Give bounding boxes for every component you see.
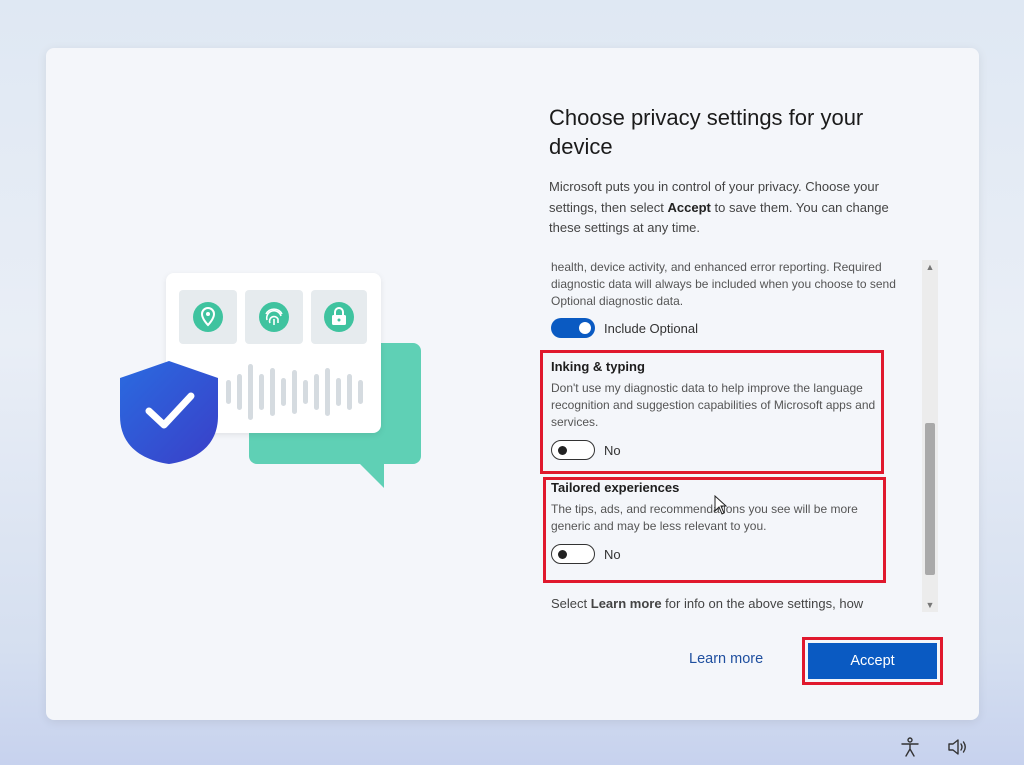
scroll-down-icon[interactable]: ▼ xyxy=(922,598,938,612)
tailored-highlight-box xyxy=(543,477,886,583)
page-title: Choose privacy settings for your device xyxy=(549,105,864,159)
accessibility-icon[interactable] xyxy=(899,736,921,758)
accept-button[interactable]: Accept xyxy=(808,643,937,679)
lock-icon xyxy=(324,302,354,332)
include-optional-label: Include Optional xyxy=(604,320,698,336)
mouse-cursor-icon xyxy=(714,495,728,515)
accept-highlight-box: Accept xyxy=(802,637,943,685)
scrollbar-thumb[interactable] xyxy=(925,423,935,575)
volume-icon[interactable] xyxy=(946,736,968,758)
diagnostic-description: health, device activity, and enhanced er… xyxy=(551,260,896,308)
include-optional-toggle[interactable] xyxy=(551,318,595,338)
diagnostic-toggle-row: Include Optional xyxy=(551,318,698,338)
location-pin-icon xyxy=(193,302,223,332)
oobe-dialog: Choose privacy settings for your device … xyxy=(46,48,979,720)
intro-text: Microsoft puts you in control of your pr… xyxy=(549,179,889,235)
privacy-settings-panel: Choose privacy settings for your device … xyxy=(540,48,968,720)
settings-scrollbar[interactable]: ▲ ▼ xyxy=(922,260,938,612)
learn-more-link[interactable]: Learn more xyxy=(689,651,763,667)
scroll-up-icon[interactable]: ▲ xyxy=(922,260,938,274)
learn-more-hint: Select Learn more for info on the above … xyxy=(551,596,864,611)
fingerprint-icon xyxy=(259,302,289,332)
privacy-illustration xyxy=(46,48,526,720)
shield-check-icon xyxy=(120,361,218,464)
inking-highlight-box xyxy=(540,350,884,474)
